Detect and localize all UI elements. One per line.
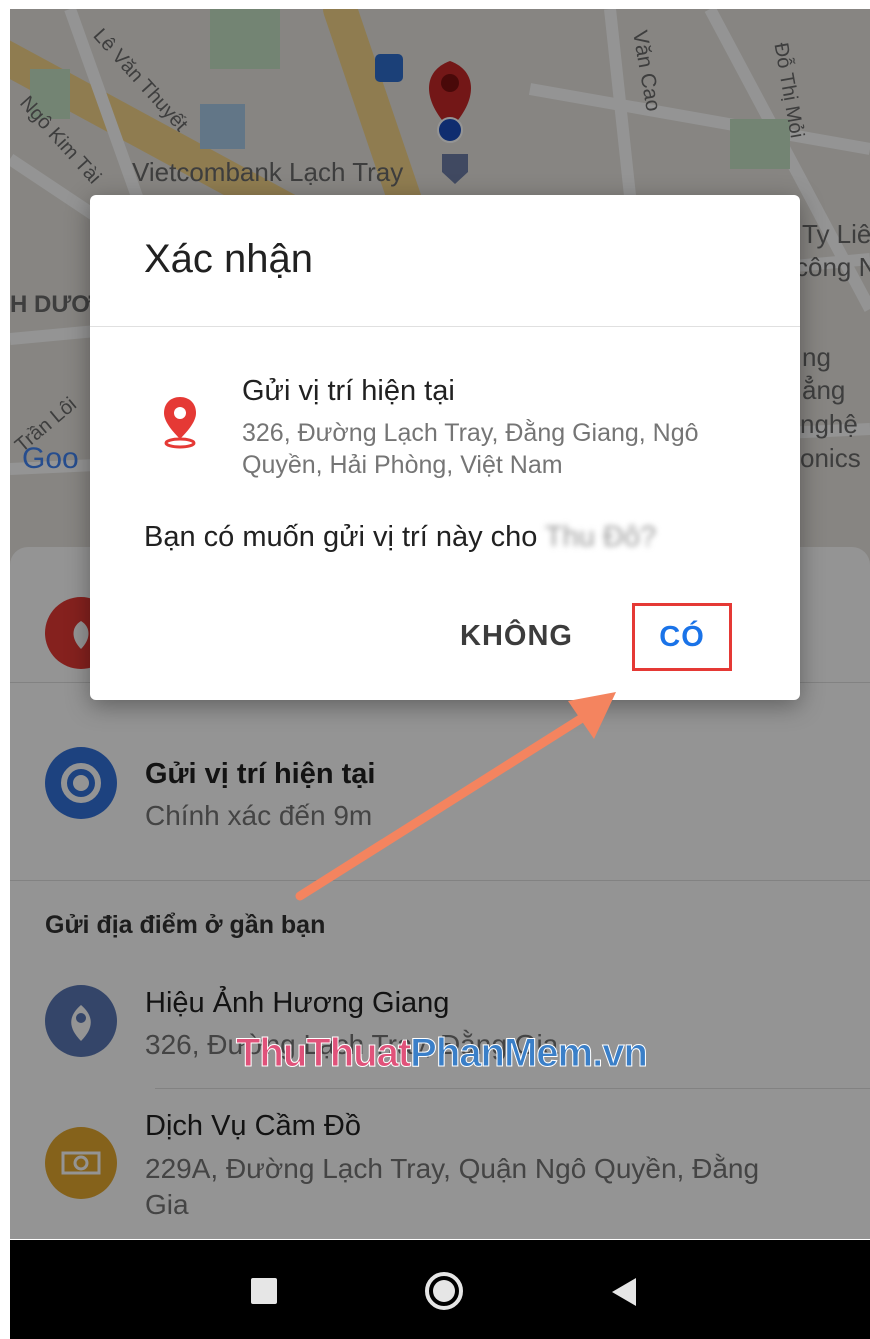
- phone-screen: Lê Văn Thuyết Ngô Kim Tài Vietcombank Lạ…: [10, 9, 870, 1339]
- stop-icon[interactable]: [251, 1278, 277, 1304]
- watermark: ThuThuatPhanMem.vn: [235, 1031, 648, 1076]
- home-icon[interactable]: [424, 1271, 464, 1311]
- system-nav-bar: [10, 1240, 870, 1339]
- back-icon[interactable]: [610, 1277, 638, 1307]
